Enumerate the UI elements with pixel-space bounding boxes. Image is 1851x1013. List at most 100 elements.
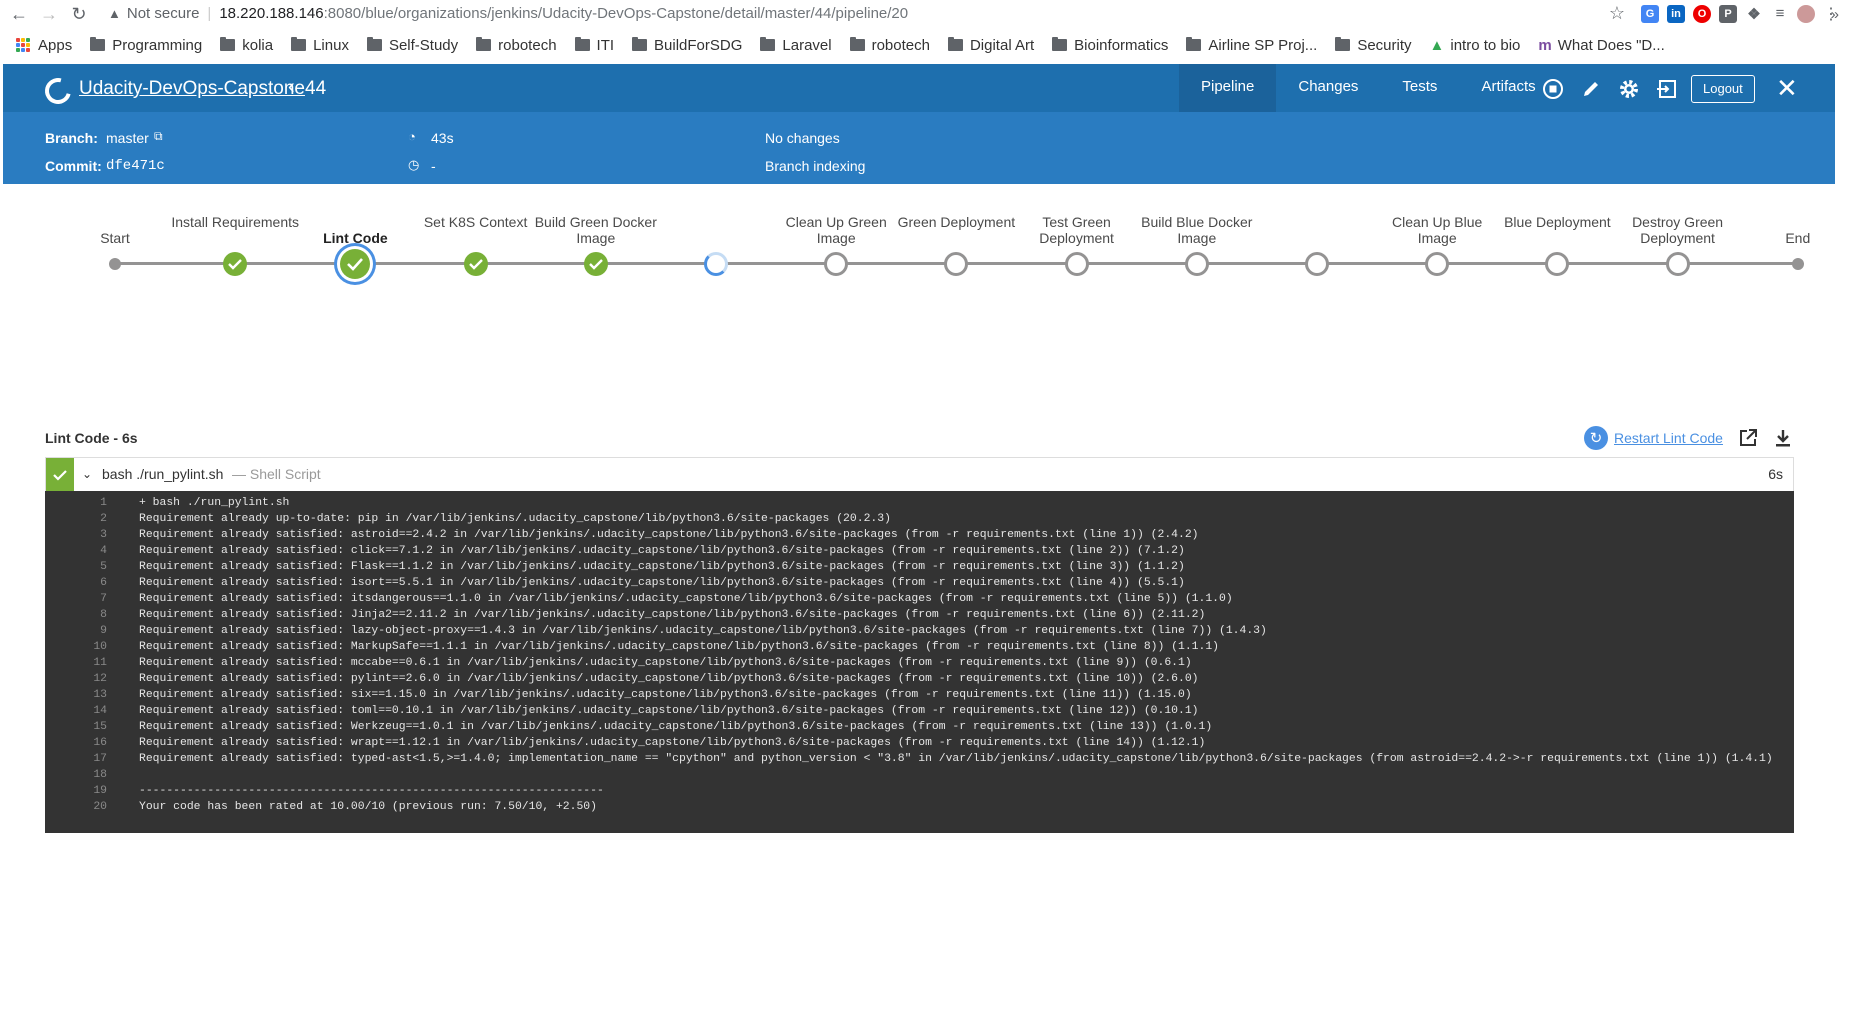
bookmark-folder[interactable]: kolia xyxy=(220,37,273,54)
stop-icon[interactable] xyxy=(1541,77,1565,101)
gear-icon[interactable] xyxy=(1617,77,1641,101)
tab-pipeline[interactable]: Pipeline xyxy=(1179,64,1277,112)
bookmark-folder[interactable]: Programming xyxy=(90,37,202,54)
stage-label[interactable]: Blue Deployment xyxy=(1492,214,1622,230)
stage-pending-node[interactable] xyxy=(1425,252,1450,276)
bookmark-folder[interactable]: Laravel xyxy=(760,37,832,54)
bookmark-folder[interactable]: robotech xyxy=(476,37,557,54)
bookmark-link[interactable]: m What Does "D... xyxy=(1538,37,1664,54)
log-step-row[interactable]: ⌄ bash ./run_pylint.sh — Shell Script 6s xyxy=(45,457,1794,491)
stage-label[interactable]: Install Requirements xyxy=(170,214,300,230)
line-number[interactable]: 1 xyxy=(45,495,107,511)
reload-icon[interactable]: ↻ xyxy=(68,3,90,25)
bookmark-drive[interactable]: ▲ intro to bio xyxy=(1430,37,1521,54)
console-line: 15 Requirement already satisfied: Werkzeu… xyxy=(45,719,1794,735)
stage-label[interactable]: End xyxy=(1733,230,1851,246)
bookmark-folder[interactable]: Security xyxy=(1335,37,1412,54)
stage-pending-node[interactable] xyxy=(1064,252,1089,276)
bookmark-folder[interactable]: Bioinformatics xyxy=(1052,37,1168,54)
stage-pending-node[interactable] xyxy=(1665,252,1690,276)
line-number[interactable]: 3 xyxy=(45,527,107,543)
pipeline-title-link[interactable]: Udacity-DevOps-Capstone xyxy=(79,78,305,100)
line-number[interactable]: 15 xyxy=(45,719,107,735)
back-arrow-icon[interactable]: ← xyxy=(8,3,30,25)
profile-avatar[interactable] xyxy=(1797,4,1815,23)
bookmark-folder[interactable]: Linux xyxy=(291,37,349,54)
stage-label[interactable]: Build Blue Docker Image xyxy=(1132,214,1262,246)
restart-stage-button[interactable]: ↻ Restart Lint Code xyxy=(1584,426,1723,450)
puzzle-extensions-icon[interactable]: ❖ xyxy=(1745,4,1763,23)
stage-pending-node[interactable] xyxy=(944,252,969,276)
line-number[interactable]: 6 xyxy=(45,575,107,591)
line-number[interactable]: 12 xyxy=(45,671,107,687)
line-number[interactable]: 8 xyxy=(45,607,107,623)
edit-pencil-icon[interactable] xyxy=(1579,77,1603,101)
tab-tests[interactable]: Tests xyxy=(1380,64,1459,112)
forward-arrow-icon[interactable]: → xyxy=(38,3,60,25)
stage-label[interactable]: Test Green Deployment xyxy=(1012,214,1142,246)
stage-label[interactable]: Clean Up Green Image xyxy=(771,214,901,246)
line-number[interactable]: 9 xyxy=(45,623,107,639)
translate-extension-icon[interactable]: G xyxy=(1641,4,1659,23)
line-number[interactable]: 2 xyxy=(45,511,107,527)
pocket-extension-icon[interactable]: P xyxy=(1719,4,1737,23)
line-number[interactable]: 13 xyxy=(45,687,107,703)
bookmark-apps[interactable]: Apps xyxy=(16,37,72,54)
security-label: Not secure xyxy=(126,4,200,22)
bookmark-folder[interactable]: BuildForSDG xyxy=(632,37,742,54)
open-in-new-icon[interactable] xyxy=(1738,428,1758,453)
stage-label[interactable]: Start xyxy=(50,230,180,246)
stage-label[interactable]: Set K8S Context xyxy=(411,214,541,230)
stage-pending-node[interactable] xyxy=(824,252,849,276)
stage-success-node[interactable] xyxy=(463,252,488,276)
line-number[interactable]: 20 xyxy=(45,799,107,815)
stage-label[interactable]: Green Deployment xyxy=(891,214,1021,230)
stage-label[interactable]: Build Green Docker Image xyxy=(531,214,661,246)
check-icon xyxy=(347,258,364,271)
bookmark-folder[interactable]: ITI xyxy=(574,37,614,54)
tab-changes[interactable]: Changes xyxy=(1276,64,1380,112)
bookmark-folder[interactable]: Self-Study xyxy=(366,37,458,54)
line-number[interactable]: 18 xyxy=(45,767,107,783)
stage-pending-node[interactable] xyxy=(1545,252,1570,276)
stage-label[interactable]: Destroy Green Deployment xyxy=(1613,214,1743,246)
external-link-icon[interactable]: ⧉ xyxy=(154,129,163,144)
stage-selected-node[interactable] xyxy=(340,249,371,279)
line-number[interactable]: 5 xyxy=(45,559,107,575)
bookmarks-more-button[interactable]: » xyxy=(1831,6,1839,23)
reading-list-icon[interactable]: ≡ xyxy=(1771,4,1789,23)
line-number[interactable]: 17 xyxy=(45,751,107,767)
close-icon[interactable]: ✕ xyxy=(1776,75,1798,101)
stage-success-node[interactable] xyxy=(223,252,248,276)
stage-label[interactable]: Lint Code xyxy=(290,230,420,246)
line-number[interactable]: 7 xyxy=(45,591,107,607)
exit-classic-icon[interactable] xyxy=(1655,77,1679,101)
stage-running-node[interactable] xyxy=(704,252,728,276)
linkedin-extension-icon[interactable]: in xyxy=(1667,4,1685,23)
opera-extension-icon[interactable]: O xyxy=(1693,4,1711,23)
download-icon[interactable] xyxy=(1773,428,1793,453)
line-number[interactable]: 10 xyxy=(45,639,107,655)
line-number[interactable]: 19 xyxy=(45,783,107,799)
line-number[interactable]: 16 xyxy=(45,735,107,751)
address-bar[interactable]: ▲ Not secure | 18.220.188.146:8080/blue/… xyxy=(108,0,908,26)
folder-icon xyxy=(291,37,307,51)
branch-value[interactable]: master xyxy=(106,130,149,146)
console-line: 13 Requirement already satisfied: six==1.… xyxy=(45,687,1794,703)
line-number[interactable]: 11 xyxy=(45,655,107,671)
chevron-down-icon[interactable]: ⌄ xyxy=(82,467,92,481)
stage-pending-node[interactable] xyxy=(1305,252,1329,276)
star-icon[interactable]: ☆ xyxy=(1609,3,1625,24)
stage-success-node[interactable] xyxy=(583,252,608,276)
logout-button[interactable]: Logout xyxy=(1691,75,1755,103)
line-number[interactable]: 4 xyxy=(45,543,107,559)
bookmark-folder[interactable]: robotech xyxy=(849,37,930,54)
stage-pending-node[interactable] xyxy=(1184,252,1209,276)
stage-label[interactable]: Clean Up Blue Image xyxy=(1372,214,1502,246)
line-text xyxy=(107,767,1787,783)
folder-icon xyxy=(632,37,648,51)
bookmark-folder[interactable]: Digital Art xyxy=(947,37,1034,54)
line-text: Requirement already up-to-date: pip in /… xyxy=(139,513,891,525)
line-number[interactable]: 14 xyxy=(45,703,107,719)
bookmark-folder[interactable]: Airline SP Proj... xyxy=(1186,37,1317,54)
